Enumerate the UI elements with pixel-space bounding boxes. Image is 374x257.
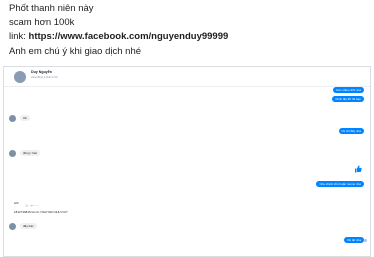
message-out: Còn nhiêu 37k nha: [332, 87, 364, 93]
reply-actions-icon[interactable]: ☺ ↩ ···: [25, 203, 39, 208]
chat-header: Duy Nguyễn Hoạt động 2 phút trước: [4, 67, 370, 87]
message-out: Ck tới đây nha: [338, 128, 364, 134]
thumbs-up-icon: [355, 165, 362, 173]
account-info-message: 1812739815 tên tk: NGUYEN NHU DUY: [14, 210, 68, 214]
message-in: đúng r bác: [20, 150, 41, 156]
reply-short: bcb: [14, 201, 19, 205]
profile-link[interactable]: https://www.facebook.com/nguyenduy99999: [29, 31, 229, 42]
contact-avatar: [14, 71, 26, 83]
message-in: đây bác: [20, 223, 37, 229]
message-in: Ok: [20, 115, 30, 121]
seen-indicator: [364, 239, 367, 242]
message-out: Chu chinh chủ hoặc momo nhé: [316, 181, 364, 187]
message-out: Ok đó nha: [344, 237, 364, 243]
contact-name: Duy Nguyễn: [31, 70, 52, 74]
message-out: Mình lấy 90 rồi bạn: [332, 96, 364, 102]
link-prefix: link:: [9, 31, 29, 43]
post-line-2: scam hơn 100k: [9, 17, 75, 29]
post-line-1: Phốt thanh niên này: [9, 3, 94, 14]
user-avatar-icon: [9, 150, 16, 157]
post-text: Phốt thanh niên này scam hơn 100k link: …: [9, 2, 228, 59]
user-avatar-icon: [9, 223, 16, 230]
user-avatar-icon: [9, 115, 16, 122]
chat-screenshot: Duy Nguyễn Hoạt động 2 phút trước Còn nh…: [3, 66, 371, 257]
post-line-3: link: https://www.facebook.com/nguyenduy…: [9, 30, 228, 44]
post-line-4: Anh em chú ý khi giao dịch nhé: [9, 45, 142, 57]
contact-status: Hoạt động 2 phút trước: [31, 76, 58, 79]
